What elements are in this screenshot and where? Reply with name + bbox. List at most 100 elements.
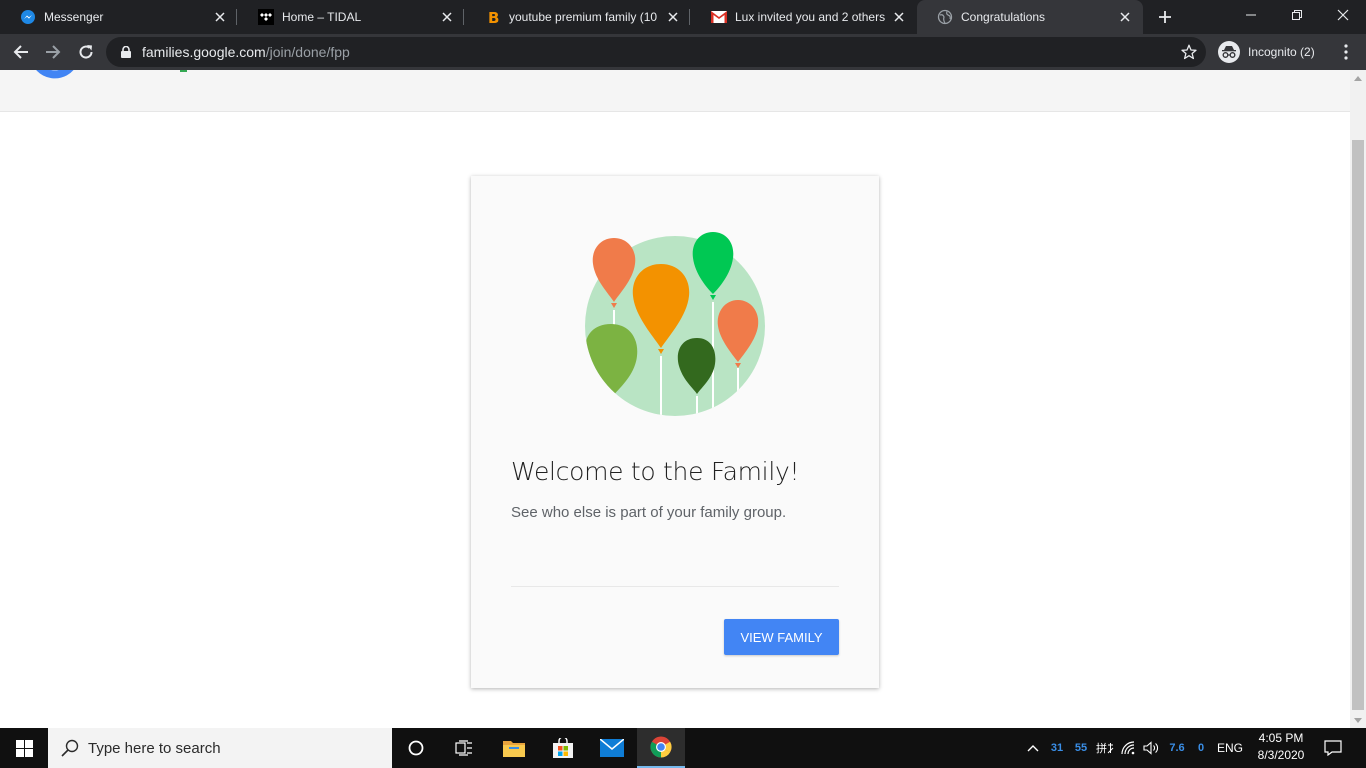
arrow-left-icon bbox=[13, 45, 28, 59]
store-bag-icon bbox=[553, 738, 573, 758]
keyboard-ime-icon: 拼 bbox=[1096, 741, 1114, 755]
tab-separator bbox=[463, 9, 464, 25]
windows-logo-icon bbox=[15, 739, 33, 757]
tab-title: Congratulations bbox=[961, 10, 1046, 24]
tab-gmail[interactable]: Lux invited you and 2 others to bbox=[691, 0, 917, 34]
tab-messenger[interactable]: Messenger bbox=[0, 0, 238, 34]
language-indicator[interactable]: ENG bbox=[1212, 728, 1248, 768]
clock-time: 4:05 PM bbox=[1258, 731, 1304, 745]
action-center-button[interactable] bbox=[1318, 728, 1348, 768]
taskbar-search[interactable]: Type here to search bbox=[48, 728, 392, 768]
chevron-up-icon bbox=[1027, 745, 1039, 752]
blogger-icon: B bbox=[485, 9, 501, 25]
incognito-indicator[interactable]: Incognito (2) bbox=[1216, 39, 1323, 65]
svg-text:B: B bbox=[488, 9, 499, 25]
close-tab-icon[interactable] bbox=[891, 9, 907, 25]
url-path: /join/done/fpp bbox=[265, 44, 350, 60]
welcome-card: Welcome to the Family! See who else is p… bbox=[471, 176, 879, 688]
speaker-icon bbox=[1143, 741, 1158, 755]
mail-envelope-icon bbox=[600, 739, 624, 757]
scroll-up-button[interactable] bbox=[1350, 70, 1366, 86]
reload-icon bbox=[79, 45, 93, 59]
forward-button[interactable] bbox=[39, 38, 67, 66]
file-explorer-button[interactable] bbox=[490, 728, 538, 768]
wifi-button[interactable] bbox=[1118, 728, 1140, 768]
cortana-circle-icon bbox=[408, 740, 424, 756]
gmail-icon bbox=[711, 9, 727, 25]
restore-button[interactable] bbox=[1274, 0, 1320, 30]
triangle-up-icon bbox=[1354, 75, 1362, 81]
browser-toolbar: families.google.com/join/done/fpp Incogn… bbox=[0, 34, 1366, 70]
folder-icon bbox=[503, 741, 525, 757]
incognito-label: Incognito (2) bbox=[1248, 45, 1315, 59]
tab-title: youtube premium family (10 sl bbox=[509, 10, 659, 24]
close-tab-icon[interactable] bbox=[439, 9, 455, 25]
mail-button[interactable] bbox=[588, 728, 636, 768]
notification-icon bbox=[1324, 740, 1342, 756]
reload-button[interactable] bbox=[72, 38, 100, 66]
scroll-down-button[interactable] bbox=[1350, 712, 1366, 728]
input-method-button[interactable]: 拼 bbox=[1094, 728, 1116, 768]
url-host: families.google.com bbox=[142, 44, 266, 60]
tab-separator bbox=[236, 9, 237, 25]
minimize-button[interactable] bbox=[1228, 0, 1274, 30]
more-vert-icon bbox=[1344, 44, 1348, 60]
arrow-right-icon bbox=[46, 45, 61, 59]
view-family-button[interactable]: VIEW FAMILY bbox=[724, 619, 839, 655]
close-tab-icon[interactable] bbox=[212, 9, 228, 25]
tray-metric-2[interactable]: 55 bbox=[1070, 728, 1092, 768]
back-button[interactable] bbox=[7, 38, 35, 66]
taskbar-clock[interactable]: 4:05 PM 8/3/2020 bbox=[1250, 730, 1312, 766]
messenger-icon bbox=[20, 9, 36, 25]
windows-taskbar: Type here to search 31 55 拼 7.6 0 ENG 4:… bbox=[0, 728, 1366, 768]
bookmark-star-icon[interactable] bbox=[1180, 43, 1198, 61]
chrome-taskbar-button[interactable] bbox=[637, 728, 685, 768]
browser-menu-button[interactable] bbox=[1334, 40, 1358, 64]
tab-congratulations[interactable]: Congratulations bbox=[917, 0, 1143, 34]
close-window-button[interactable] bbox=[1320, 0, 1366, 30]
new-tab-button[interactable] bbox=[1153, 5, 1177, 29]
card-divider bbox=[511, 586, 839, 587]
tab-tidal[interactable]: Home – TIDAL bbox=[238, 0, 465, 34]
restore-icon bbox=[1292, 10, 1302, 20]
task-view-button[interactable] bbox=[440, 728, 488, 768]
tray-metric-4[interactable]: 0 bbox=[1192, 728, 1210, 768]
triangle-down-icon bbox=[1354, 717, 1362, 723]
tab-separator bbox=[689, 9, 690, 25]
tab-title: Home – TIDAL bbox=[282, 10, 362, 24]
welcome-subtitle: See who else is part of your family grou… bbox=[511, 504, 787, 521]
tray-metric-3[interactable]: 7.6 bbox=[1164, 728, 1190, 768]
minimize-icon bbox=[1246, 14, 1256, 16]
url-text: families.google.com/join/done/fpp bbox=[142, 44, 350, 60]
close-icon bbox=[1337, 9, 1349, 21]
welcome-title: Welcome to the Family! bbox=[511, 457, 800, 486]
page-scrollbar[interactable] bbox=[1350, 70, 1366, 728]
tab-title: Lux invited you and 2 others to bbox=[735, 10, 885, 24]
search-icon bbox=[60, 738, 80, 758]
globe-icon bbox=[937, 9, 953, 25]
tidal-icon bbox=[258, 9, 274, 25]
volume-button[interactable] bbox=[1140, 728, 1164, 768]
tab-title: Messenger bbox=[44, 10, 104, 24]
tray-metric-1[interactable]: 31 bbox=[1046, 728, 1068, 768]
address-bar[interactable]: families.google.com/join/done/fpp bbox=[106, 37, 1206, 67]
tab-strip: Messenger Home – TIDAL B youtube premium… bbox=[0, 0, 1366, 34]
scroll-thumb[interactable] bbox=[1352, 140, 1364, 710]
close-tab-icon[interactable] bbox=[1117, 9, 1133, 25]
svg-text:拼: 拼 bbox=[1096, 741, 1107, 755]
balloons-illustration bbox=[585, 232, 765, 416]
incognito-icon bbox=[1218, 41, 1240, 63]
start-button[interactable] bbox=[0, 728, 48, 768]
chrome-logo-icon bbox=[650, 736, 672, 758]
google-logo[interactable] bbox=[30, 70, 212, 94]
search-placeholder: Type here to search bbox=[88, 739, 221, 757]
show-hidden-icons-button[interactable] bbox=[1022, 728, 1044, 768]
close-tab-icon[interactable] bbox=[665, 9, 681, 25]
tab-youtube-premium[interactable]: B youtube premium family (10 sl bbox=[465, 0, 691, 34]
task-view-icon bbox=[455, 740, 472, 756]
clock-date: 8/3/2020 bbox=[1257, 748, 1305, 762]
plus-icon bbox=[1159, 11, 1171, 23]
microsoft-store-button[interactable] bbox=[539, 728, 587, 768]
cortana-button[interactable] bbox=[392, 728, 440, 768]
lock-icon[interactable] bbox=[118, 44, 134, 60]
